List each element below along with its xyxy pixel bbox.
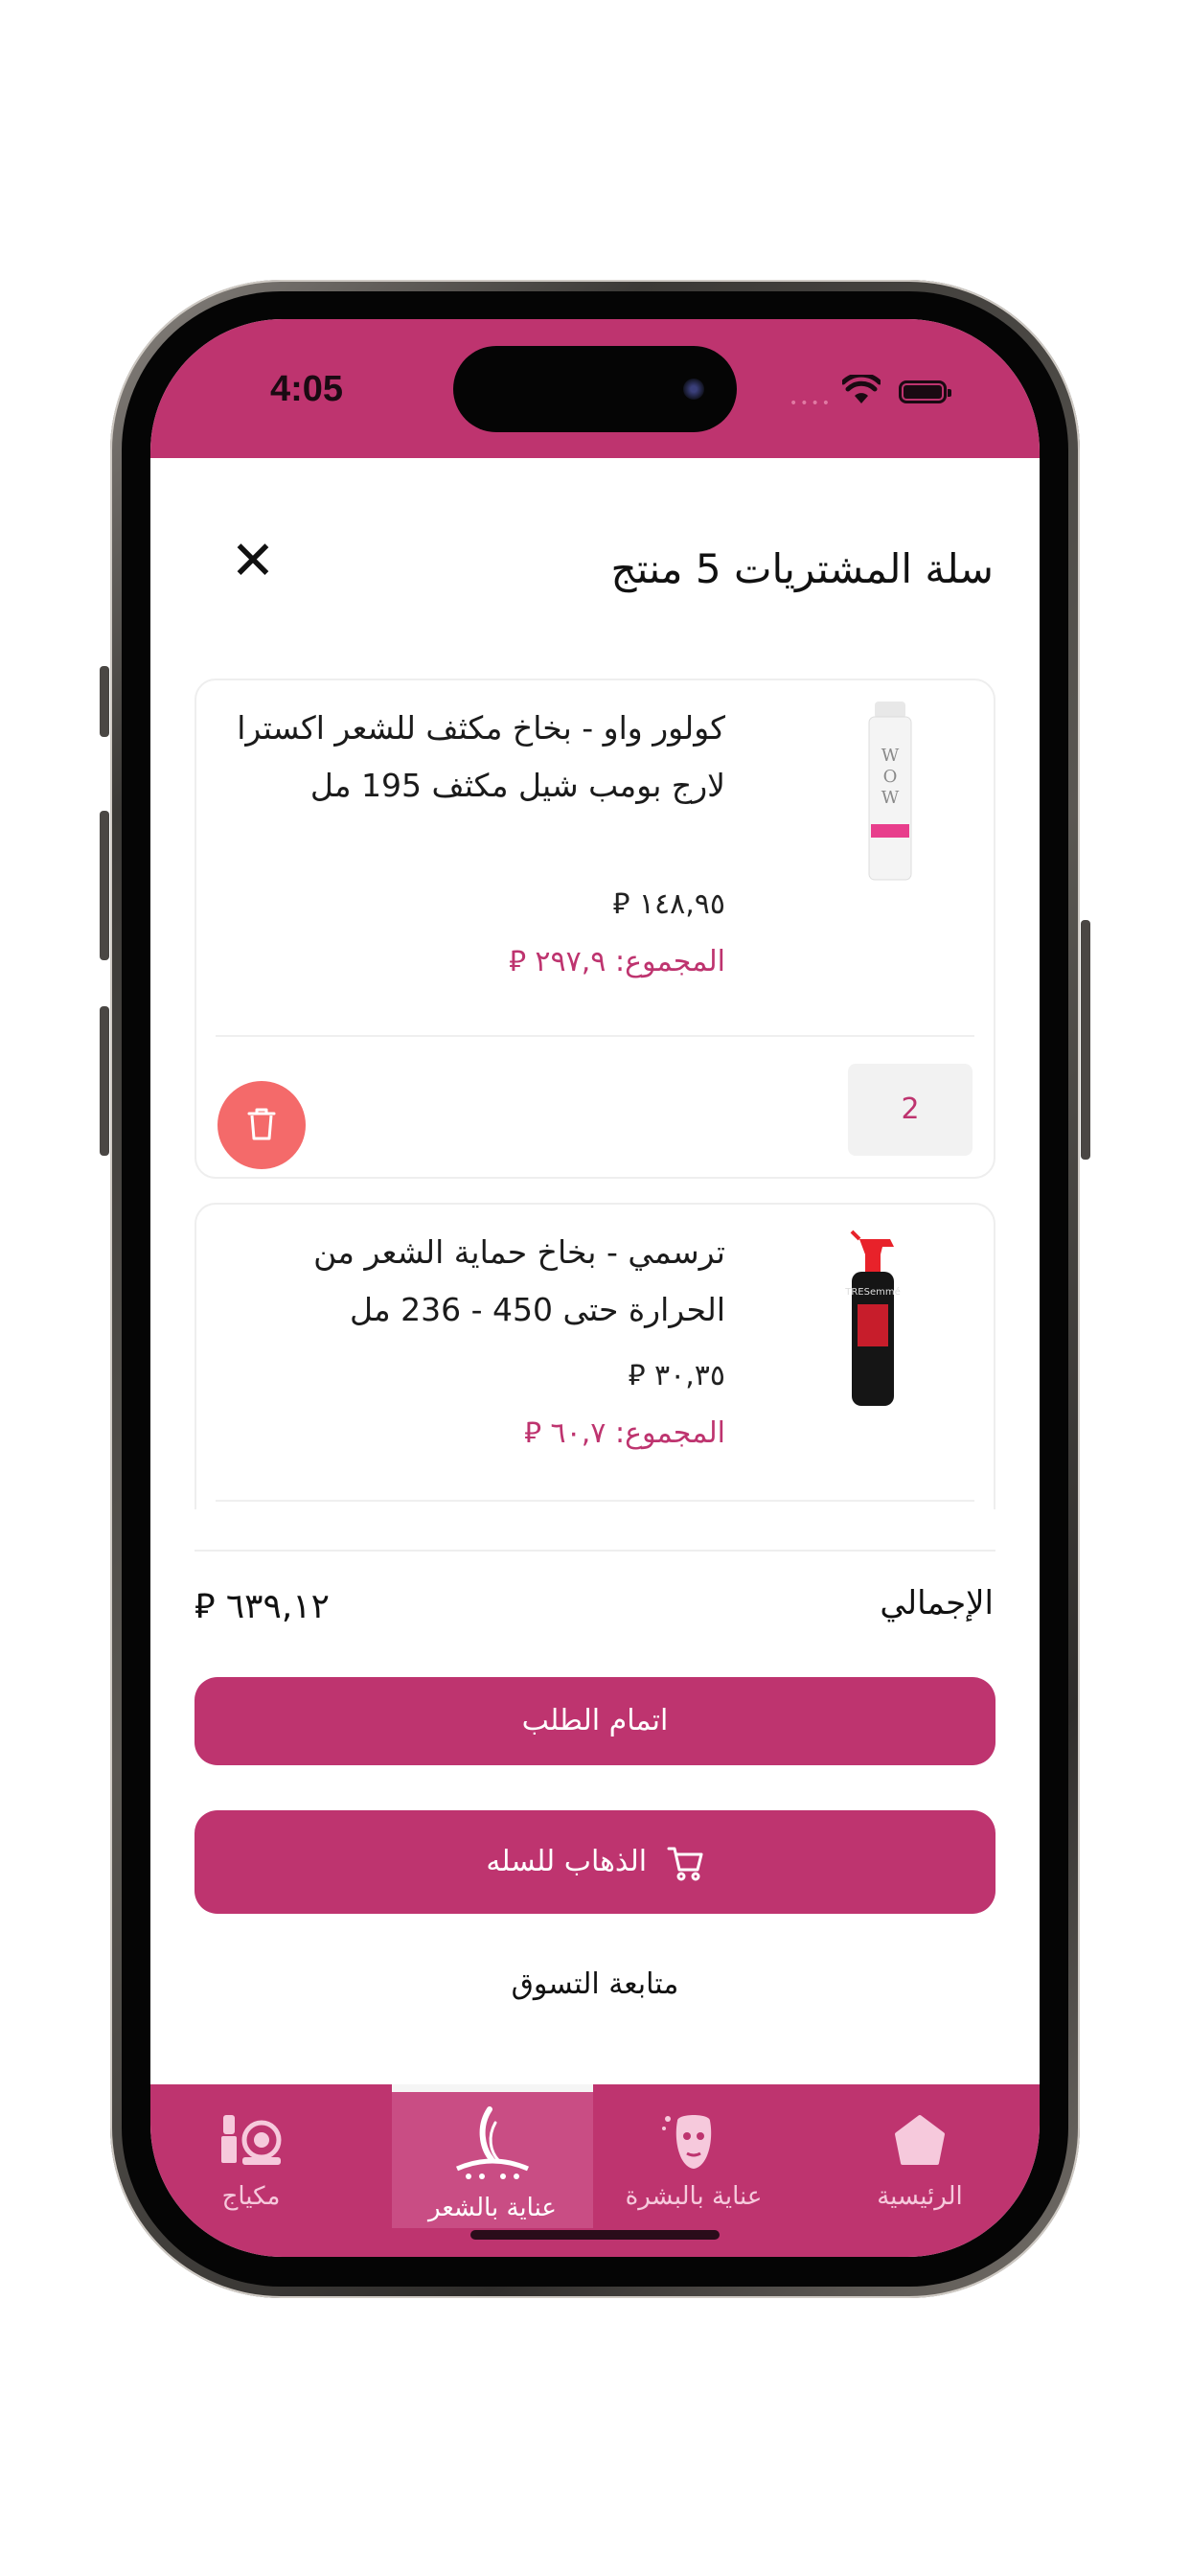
svg-text:W: W (881, 788, 900, 808)
product-subtotal: المجموع: ٦٠,٧ ⃁ (524, 1416, 725, 1450)
trash-icon (247, 1108, 276, 1140)
tab-label: الرئيسية (877, 2182, 963, 2211)
tab-makeup[interactable]: مكياج (150, 2084, 352, 2228)
go-to-cart-button[interactable]: الذهاب للسله (195, 1810, 995, 1914)
tab-skin-care[interactable]: عناية بالبشرة (593, 2084, 794, 2228)
camera-icon (683, 379, 704, 400)
tab-label: عناية بالبشرة (625, 2182, 763, 2211)
card-divider (216, 1035, 974, 1037)
tab-label: عناية بالشعر (428, 2194, 557, 2222)
close-icon[interactable]: ✕ (229, 535, 277, 588)
tab-label: مكياج (221, 2182, 281, 2211)
product-name[interactable]: ترسمي - بخاخ حماية الشعر من الحرارة حتى … (227, 1224, 725, 1339)
quantity-field[interactable]: 2 (848, 1064, 973, 1156)
cart-item: ترسمي - بخاخ حماية الشعر من الحرارة حتى … (195, 1203, 995, 1509)
battery-icon (899, 380, 951, 403)
home-icon (895, 2115, 945, 2165)
product-price: ٣٠,٣٥ ⃁ (628, 1359, 725, 1392)
cart-icon (667, 1847, 703, 1880)
svg-text:O: O (883, 767, 898, 787)
wifi-icon (842, 375, 881, 403)
dynamic-island (453, 346, 737, 432)
checkout-button[interactable]: اتمام الطلب (195, 1677, 995, 1765)
app-screen: 4:05 •••• ✕ سلة المشتريات 5 منتج كولور و… (150, 319, 1040, 2257)
product-image-color-wow[interactable]: W O W (861, 702, 919, 884)
signal-icon: •••• (790, 396, 834, 411)
product-name[interactable]: كولور واو - بخاخ مكثف للشعر اكسترا لارج … (227, 700, 725, 815)
tab-hair-care[interactable]: عناية بالشعر (392, 2084, 593, 2228)
go-to-cart-label: الذهاب للسله (486, 1845, 648, 1878)
delete-item-button[interactable] (217, 1081, 306, 1169)
tab-home[interactable]: الرئيسية (819, 2084, 1020, 2228)
volume-up-button (100, 811, 109, 960)
skin-care-icon (662, 2115, 712, 2169)
page-title: سلة المشتريات 5 منتج (610, 545, 994, 592)
card-divider (216, 1500, 974, 1502)
checkout-label: اتمام الطلب (521, 1704, 669, 1737)
grand-total-value: ٦٣٩,١٢ ⃁ (195, 1587, 330, 1626)
hair-care-icon (456, 2106, 529, 2179)
svg-text:TRESemmé: TRESemmé (844, 1286, 901, 1298)
volume-down-button (100, 1006, 109, 1156)
svg-text:W: W (881, 746, 900, 766)
continue-shopping-link[interactable]: متابعة التسوق (150, 1967, 1040, 2001)
grand-total-label: الإجمالي (880, 1584, 994, 1622)
product-price: ١٤٨,٩٥ ⃁ (612, 887, 725, 921)
summary-divider (195, 1550, 995, 1552)
cart-item: كولور واو - بخاخ مكثف للشعر اكسترا لارج … (195, 678, 995, 1179)
makeup-icon (221, 2115, 282, 2165)
status-bar: 4:05 •••• (150, 319, 1040, 458)
mute-switch (100, 666, 109, 737)
home-indicator (470, 2230, 720, 2240)
product-image-tresemme[interactable]: TRESemmé (831, 1222, 907, 1410)
product-subtotal: المجموع: ٢٩٧,٩ ⃁ (509, 945, 725, 978)
status-time: 4:05 (270, 369, 344, 409)
power-button (1081, 920, 1090, 1160)
